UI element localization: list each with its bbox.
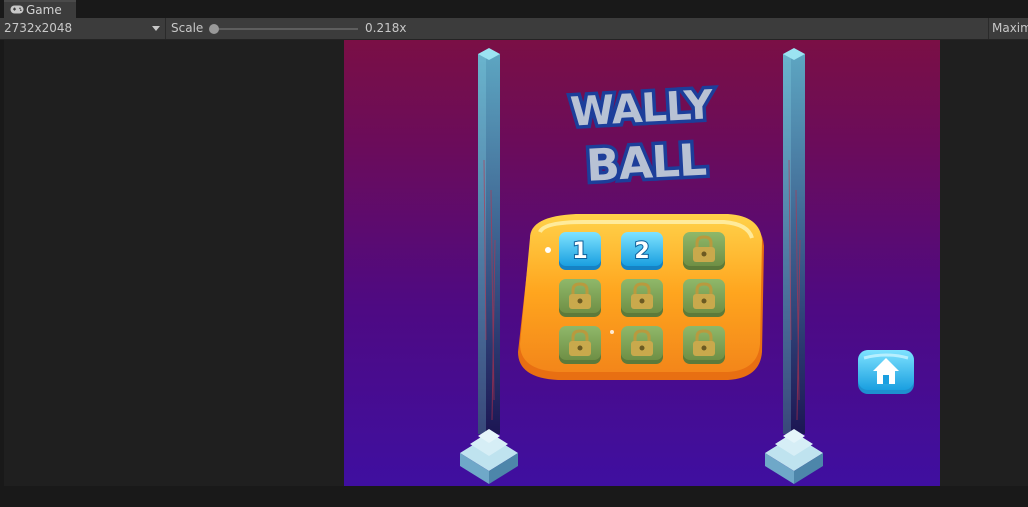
game-screen: WALLY BALL 12	[344, 40, 940, 486]
right-pillar	[765, 48, 823, 484]
scale-label: Scale	[171, 21, 204, 35]
left-pillar	[460, 48, 518, 484]
resolution-value: 2732x2048	[4, 21, 73, 35]
left-pillar-base	[460, 429, 518, 484]
level-number: 2	[634, 239, 649, 264]
home-button[interactable]	[858, 350, 914, 394]
level-button-6[interactable]	[683, 279, 725, 317]
tab-game[interactable]: Game	[4, 0, 76, 18]
chevron-down-icon	[152, 26, 160, 31]
scale-slider[interactable]	[212, 28, 358, 30]
level-button-5[interactable]	[621, 279, 663, 317]
game-canvas: WALLY BALL 12	[460, 48, 914, 484]
level-button-8[interactable]	[621, 326, 663, 364]
level-button-3[interactable]	[683, 232, 725, 270]
game-view-toolbar: 2732x2048 Scale 0.218x Maxim	[0, 18, 1028, 40]
gamepad-icon	[10, 5, 24, 14]
game-logo: WALLY BALL	[566, 79, 719, 196]
editor-status-bar	[0, 486, 1028, 507]
maximize-on-play-toggle[interactable]: Maxim	[992, 18, 1028, 39]
toolbar-divider	[988, 18, 989, 39]
logo-line2: BALL	[585, 135, 707, 192]
logo-line1: WALLY	[569, 82, 715, 135]
level-select-panel: 12	[518, 214, 764, 380]
level-button-9[interactable]	[683, 326, 725, 364]
right-pillar-base	[765, 429, 823, 484]
toolbar-divider	[165, 18, 166, 39]
resolution-dropdown[interactable]: 2732x2048	[4, 18, 164, 39]
editor-tab-bar: Game	[0, 0, 1028, 18]
tab-label: Game	[26, 3, 62, 17]
level-grid: 12	[559, 232, 725, 364]
scale-slider-handle[interactable]	[209, 24, 219, 34]
level-button-4[interactable]	[559, 279, 601, 317]
level-button-1[interactable]: 1	[559, 232, 601, 270]
level-number: 1	[572, 239, 587, 264]
level-button-2[interactable]: 2	[621, 232, 663, 270]
scale-value: 0.218x	[365, 21, 407, 35]
level-button-7[interactable]	[559, 326, 601, 364]
